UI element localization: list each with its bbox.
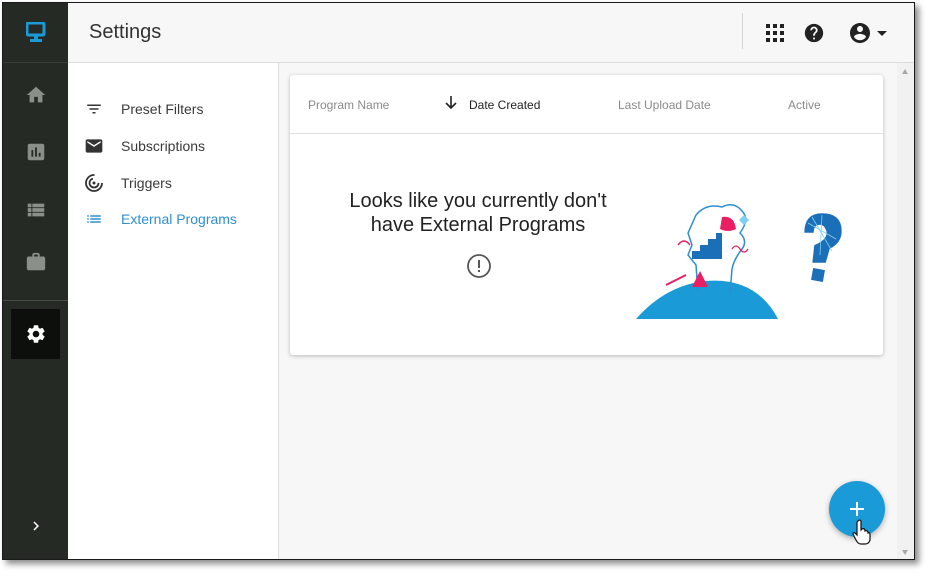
rail-divider bbox=[3, 300, 68, 301]
briefcase-icon bbox=[26, 252, 45, 271]
scroll-up-arrow-icon[interactable] bbox=[902, 69, 908, 74]
nav-item-label: External Programs bbox=[121, 211, 237, 227]
column-header-active[interactable]: Active bbox=[788, 98, 821, 112]
header-divider bbox=[742, 13, 743, 49]
trigger-icon bbox=[83, 172, 105, 194]
top-header: Settings bbox=[68, 3, 914, 63]
chart-icon bbox=[27, 143, 44, 161]
programs-table-card: Program Name Date Created Last Upload Da… bbox=[290, 75, 883, 355]
left-rail bbox=[3, 3, 68, 559]
chevron-right-icon bbox=[32, 521, 39, 531]
nav-item-subscriptions[interactable]: Subscriptions bbox=[83, 134, 205, 158]
empty-state-line-2: have External Programs bbox=[370, 214, 586, 236]
rail-settings-button[interactable] bbox=[3, 309, 68, 359]
empty-state-illustration bbox=[636, 204, 843, 319]
warning-icon bbox=[467, 254, 491, 278]
nav-item-label: Subscriptions bbox=[121, 138, 206, 154]
mail-icon bbox=[83, 135, 105, 157]
rail-expand-button[interactable] bbox=[3, 501, 68, 551]
vertical-scrollbar[interactable] bbox=[897, 63, 914, 559]
account-icon bbox=[850, 23, 870, 43]
nav-item-preset-filters[interactable]: Preset Filters bbox=[83, 97, 203, 121]
nav-item-external-programs[interactable]: External Programs bbox=[83, 207, 237, 231]
account-menu-button[interactable] bbox=[842, 17, 894, 49]
scroll-down-arrow-icon[interactable] bbox=[902, 550, 908, 555]
column-header-date-created[interactable]: Date Created bbox=[469, 98, 540, 112]
rail-briefcase-button[interactable] bbox=[3, 237, 68, 287]
rail-reports-button[interactable] bbox=[3, 127, 68, 177]
column-header-program-name[interactable]: Program Name bbox=[308, 98, 389, 112]
gear-icon bbox=[26, 325, 45, 343]
list-icon bbox=[27, 203, 44, 217]
rail-list-button[interactable] bbox=[3, 185, 68, 235]
nav-item-triggers[interactable]: Triggers bbox=[83, 171, 172, 195]
settings-nav: Preset Filters Subscriptions Triggers Ex… bbox=[68, 63, 279, 559]
nav-item-label: Triggers bbox=[121, 175, 172, 191]
column-header-last-upload-date[interactable]: Last Upload Date bbox=[618, 98, 711, 112]
page-title: Settings bbox=[89, 21, 162, 43]
app-logo[interactable] bbox=[3, 3, 68, 63]
nav-item-label: Preset Filters bbox=[121, 101, 204, 117]
hand-cursor-icon bbox=[852, 519, 871, 545]
home-icon bbox=[26, 86, 45, 103]
apps-button[interactable] bbox=[761, 17, 789, 49]
help-icon bbox=[804, 23, 824, 43]
filter-icon bbox=[83, 98, 105, 120]
empty-state-message: Looks like you currently don't have Exte… bbox=[328, 189, 628, 237]
help-button[interactable] bbox=[800, 17, 828, 49]
table-header: Program Name Date Created Last Upload Da… bbox=[290, 75, 883, 134]
logo-icon bbox=[25, 21, 45, 42]
arrow-down-icon[interactable] bbox=[444, 95, 458, 111]
caret-down-icon bbox=[877, 31, 887, 36]
rail-home-button[interactable] bbox=[3, 70, 68, 120]
list-icon bbox=[83, 208, 105, 230]
apps-grid-icon bbox=[766, 24, 784, 42]
empty-state-line-1: Looks like you currently don't bbox=[349, 190, 607, 212]
app-window: Settings Preset Filters Subscriptions Tr… bbox=[2, 2, 915, 560]
plus-icon bbox=[850, 502, 864, 516]
